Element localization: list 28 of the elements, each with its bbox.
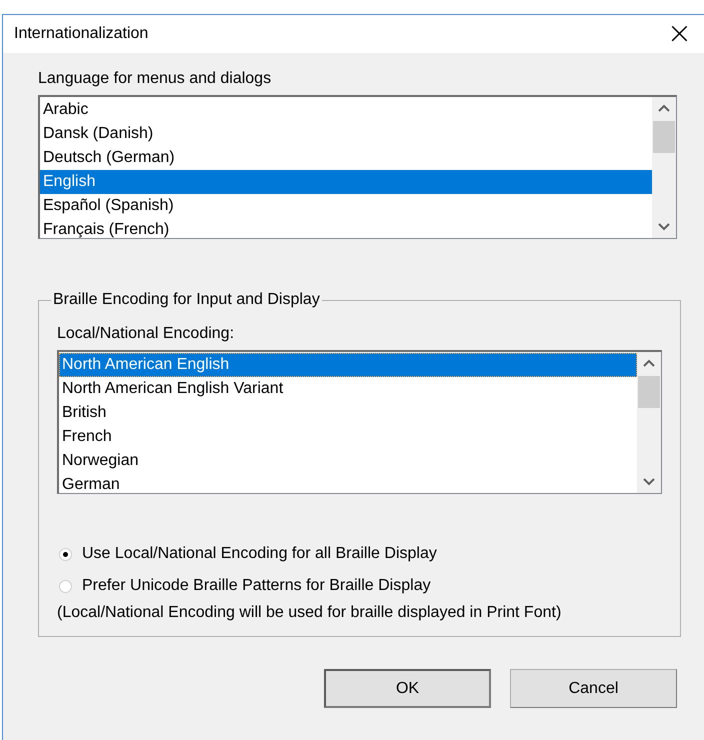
radio-label: Use Local/National Encoding for all Braille Display: [82, 545, 437, 563]
list-box[interactable]: Arabic Dansk (Danish) Deutsch (German) English Español (Spanish) Français (French): [38, 95, 677, 239]
list-item[interactable]: Français (French): [40, 218, 652, 242]
list-item[interactable]: Español (Spanish): [40, 194, 652, 218]
list-item[interactable]: German: [59, 473, 637, 497]
scrollbar-thumb[interactable]: [638, 376, 660, 408]
cancel-button[interactable]: Cancel: [510, 669, 677, 708]
list-item[interactable]: Deutsch (German): [40, 146, 652, 170]
radio-label: Prefer Unicode Braille Patterns for Braille Display: [82, 577, 431, 595]
list-item[interactable]: North American English Variant: [59, 377, 637, 401]
list-item[interactable]: French: [59, 425, 637, 449]
radio-button[interactable]: [59, 548, 72, 560]
list-item[interactable]: British: [59, 401, 637, 425]
field-label: Local/National Encoding:: [57, 325, 236, 343]
field-label: Language for menus and dialogs: [38, 70, 272, 88]
ok-button[interactable]: OK: [324, 669, 491, 708]
list-item[interactable]: English: [40, 170, 652, 194]
group-title: Braille Encoding for Input and Display: [52, 291, 321, 309]
list-item[interactable]: Dansk (Danish): [40, 122, 652, 146]
note-text: (Local/National Encoding will be used for braille displayed in Print Font): [57, 604, 562, 622]
close-button[interactable]: ×: [662, 19, 696, 49]
list-item[interactable]: Norwegian: [59, 449, 637, 473]
scrollbar-thumb[interactable]: [653, 121, 675, 153]
list-item[interactable]: North American English: [59, 353, 637, 377]
list-item[interactable]: Arabic: [40, 98, 652, 122]
list-box[interactable]: North American English North American English Variant British French Norwegian German: [57, 350, 662, 494]
window-title: Internationalization: [14, 25, 148, 43]
radio-button[interactable]: [59, 580, 72, 592]
